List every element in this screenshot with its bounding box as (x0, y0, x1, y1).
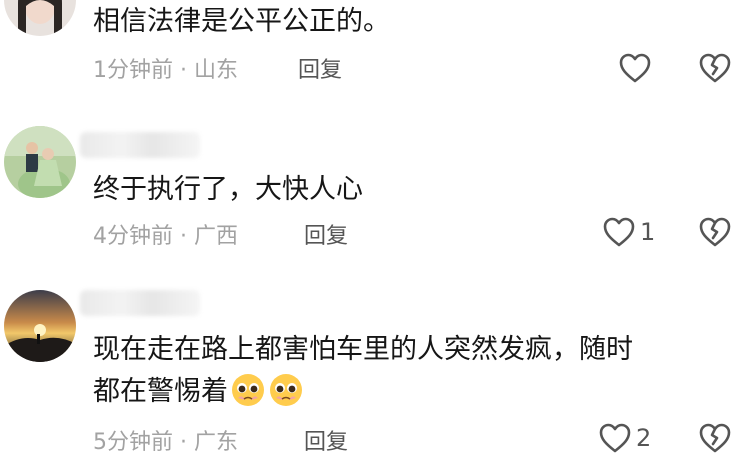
comment-text: 终于执行了，大快人心 (93, 174, 363, 205)
like-button[interactable] (618, 52, 656, 84)
broken-heart-outline-icon (698, 52, 732, 84)
meta-separator: · (180, 430, 187, 455)
heart-outline-icon (618, 52, 652, 84)
comment-time: 5分钟前 (93, 430, 173, 455)
avatar[interactable] (4, 290, 76, 362)
heart-outline-icon (598, 422, 632, 454)
comment-text: 现在走在路上都害怕车里的人突然发疯，随时 都在警惕着 (93, 330, 724, 412)
avatar[interactable] (4, 0, 76, 36)
comment-text-line: 都在警惕着 (93, 372, 724, 412)
comment-location: 广东 (194, 430, 239, 455)
like-count: 1 (640, 218, 656, 246)
comment-text-line-2: 都在警惕着 (93, 376, 228, 407)
meta-separator: · (180, 58, 187, 83)
comment-meta: 5分钟前 · 广东 (93, 424, 238, 456)
comment-location: 广西 (194, 224, 239, 249)
meta-separator: · (180, 224, 187, 249)
dislike-button[interactable] (698, 216, 732, 248)
comment-text-line: 现在走在路上都害怕车里的人突然发疯，随时 (93, 334, 633, 365)
like-button[interactable]: 1 (602, 216, 655, 248)
comment-time: 4分钟前 (93, 224, 173, 249)
reply-button[interactable]: 回复 (304, 218, 348, 250)
username[interactable] (80, 132, 200, 158)
comment-text: 相信法律是公平公正的。 (93, 6, 390, 37)
heart-outline-icon (602, 216, 636, 248)
reply-button[interactable]: 回复 (298, 52, 342, 84)
like-button[interactable]: 2 (598, 422, 651, 454)
comment-location: 山东 (194, 58, 239, 83)
reply-button[interactable]: 回复 (304, 424, 348, 456)
comment-time: 1分钟前 (93, 58, 173, 83)
like-count: 2 (636, 424, 652, 452)
comment-meta: 1分钟前 · 山东 (93, 52, 238, 84)
broken-heart-outline-icon (698, 216, 732, 248)
avatar[interactable] (4, 126, 76, 198)
dislike-button[interactable] (698, 52, 732, 84)
pleading-face-emoji (268, 372, 304, 408)
broken-heart-outline-icon (698, 422, 732, 454)
comment-meta: 4分钟前 · 广西 (93, 218, 238, 250)
username[interactable] (80, 290, 200, 316)
dislike-button[interactable] (698, 422, 732, 454)
pleading-face-emoji (230, 372, 266, 408)
